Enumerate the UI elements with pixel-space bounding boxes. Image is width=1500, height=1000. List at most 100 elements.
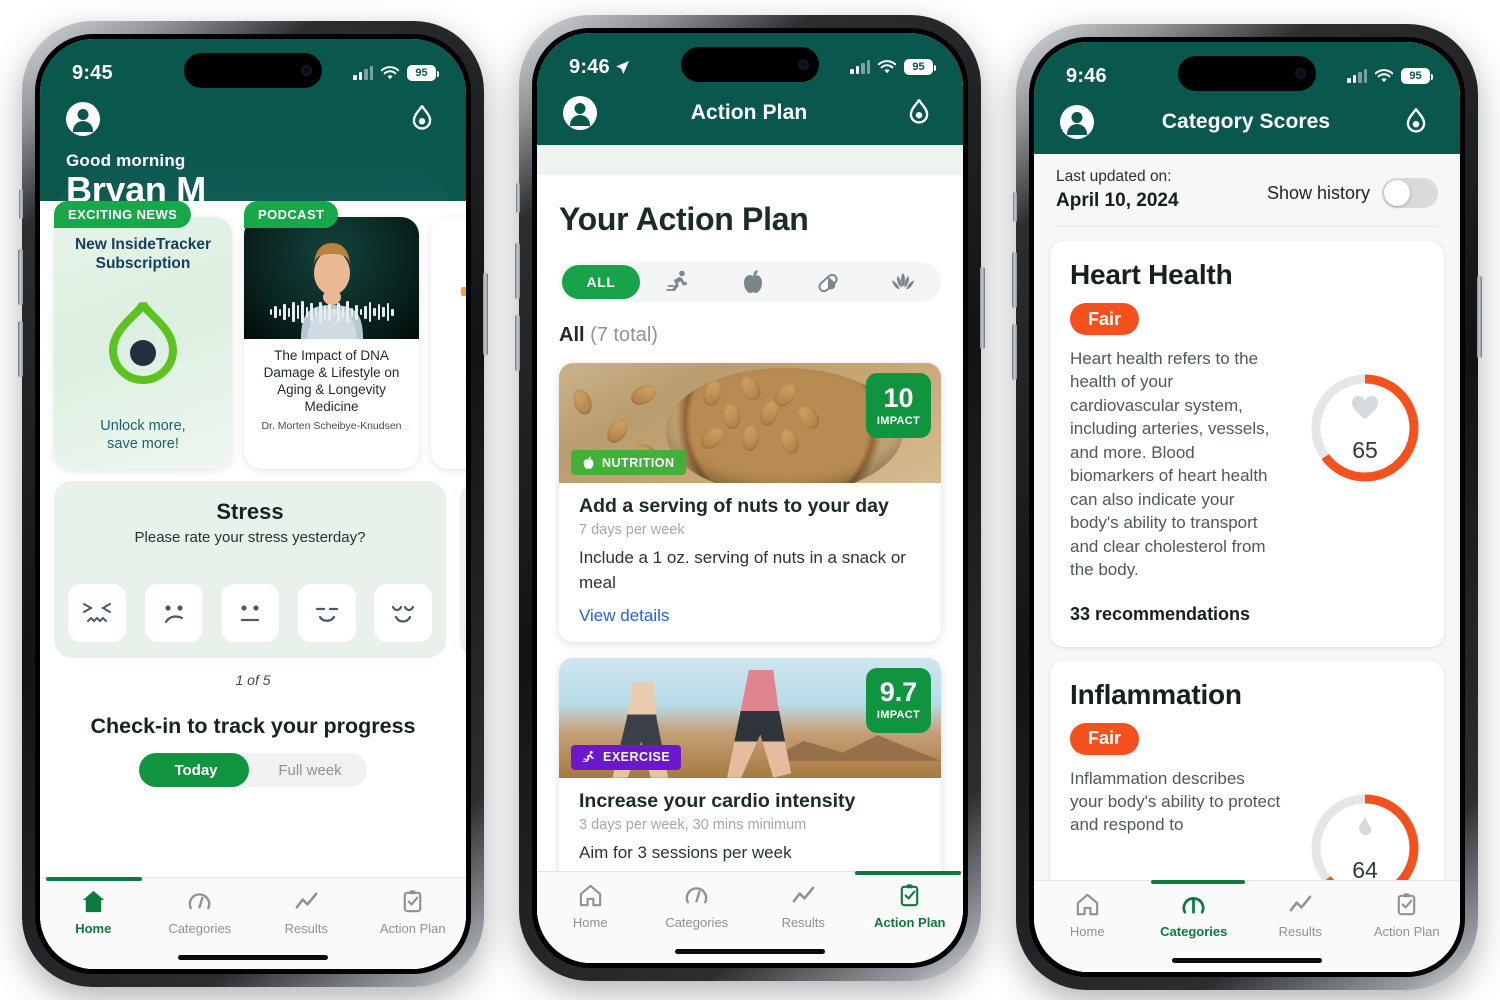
- phone-bezel: 9:46 95 Category Scores Last updated on:…: [1029, 37, 1465, 977]
- apple-icon: [583, 456, 594, 469]
- category-name: Inflammation: [1070, 678, 1242, 710]
- water-drop-logo-icon[interactable]: [1398, 104, 1434, 140]
- tab-categories[interactable]: Categories: [1141, 880, 1248, 939]
- action-plan-nav-row: Action Plan: [537, 87, 963, 145]
- impact-label: IMPACT: [876, 414, 921, 427]
- checkin-title: Check-in to track your progress: [90, 714, 416, 738]
- tab-action-plan[interactable]: Action Plan: [1354, 891, 1461, 939]
- tab-action-plan[interactable]: Action Plan: [360, 888, 467, 936]
- person-circle-icon[interactable]: [1060, 105, 1094, 139]
- filter-wellness[interactable]: [866, 271, 941, 293]
- wifi-icon: [1374, 68, 1394, 82]
- category-card-inflammation[interactable]: Inflammation Fair Inflammation describes…: [1050, 660, 1444, 915]
- filter-exercise[interactable]: [640, 269, 715, 295]
- podcast-author: Dr. Morten Scheibye-Knudsen: [261, 419, 402, 432]
- content-face-icon[interactable]: [297, 584, 356, 642]
- water-drop-logo-icon[interactable]: [901, 95, 937, 131]
- tab-action-plan[interactable]: Action Plan: [855, 871, 964, 930]
- neutral-face-icon[interactable]: [221, 584, 279, 642]
- person-circle-icon[interactable]: [563, 96, 597, 130]
- category-name: Heart Health: [1070, 259, 1233, 290]
- volume-up-button[interactable]: [18, 249, 23, 305]
- mute-switch[interactable]: [1013, 192, 1017, 222]
- card-hero-image: 9.7 IMPACT EXERCISE: [559, 657, 941, 778]
- filter-supplements[interactable]: [791, 269, 866, 295]
- sad-face-icon[interactable]: [144, 584, 203, 642]
- mute-switch[interactable]: [19, 189, 23, 219]
- tab-home[interactable]: Home: [1034, 891, 1141, 939]
- tab-results[interactable]: Results: [750, 882, 857, 930]
- tab-label: Home: [75, 921, 112, 936]
- cellular-signal-icon: [850, 60, 870, 74]
- card-frequency: 7 days per week: [579, 522, 685, 539]
- card-title: Add a serving of nuts to your day: [579, 495, 889, 517]
- status-badge: Fair: [1070, 722, 1140, 755]
- water-drop-logo-icon[interactable]: [404, 101, 440, 137]
- segment-full-week[interactable]: Full week: [253, 762, 367, 779]
- power-button[interactable]: [980, 267, 985, 349]
- tab-categories[interactable]: Categories: [644, 882, 751, 930]
- screen-action-plan: 9:46 95 Action Plan Your Action Plan ALL…: [537, 33, 963, 963]
- mute-switch[interactable]: [516, 183, 520, 213]
- tab-results[interactable]: Results: [253, 888, 360, 936]
- power-button[interactable]: [483, 273, 488, 355]
- promo-card-subscription[interactable]: EXCITING NEWS New InsideTracker Subscrip…: [54, 201, 232, 469]
- stress-face-options[interactable]: [68, 584, 432, 642]
- volume-up-button[interactable]: [515, 243, 520, 299]
- filter-all[interactable]: ALL: [562, 265, 640, 299]
- front-camera-icon: [301, 65, 312, 76]
- tab-bar: Home Categories Results Action Plan: [1034, 880, 1460, 972]
- happy-face-icon[interactable]: [374, 584, 432, 642]
- running-icon: [665, 270, 687, 292]
- promo-card-podcast[interactable]: PODCAST The Impact of DNA Damage & Lifes…: [244, 201, 419, 469]
- filter-nutrition[interactable]: [715, 269, 790, 295]
- tab-label: Action Plan: [379, 921, 446, 936]
- power-button[interactable]: [1477, 276, 1482, 358]
- stress-card-next[interactable]: [460, 481, 466, 658]
- action-plan-header: 9:46 95 Action Plan: [537, 33, 963, 145]
- tab-home[interactable]: Home: [40, 877, 147, 936]
- segment-today[interactable]: Today: [139, 762, 253, 779]
- front-camera-icon: [1295, 68, 1306, 79]
- tab-results[interactable]: Results: [1247, 891, 1354, 939]
- cellular-signal-icon: [1347, 69, 1367, 83]
- battery-level: 95: [912, 60, 925, 73]
- battery-level: 95: [415, 66, 428, 79]
- tab-home[interactable]: Home: [537, 882, 644, 930]
- checkin-segmented-control[interactable]: Today Full week: [139, 753, 367, 787]
- stress-carousel[interactable]: Stress Please rate your stress yesterday…: [40, 469, 466, 658]
- trend-line-icon: [1289, 895, 1312, 912]
- tab-label: Results: [1278, 924, 1322, 939]
- dynamic-island: [184, 53, 322, 88]
- promo-card-truage[interactable]: Tr It's n chec: [431, 201, 466, 469]
- card-body: Add a serving of nuts to your day 7 days…: [559, 483, 941, 642]
- gauge-icon: [188, 893, 211, 910]
- category-label: NUTRITION: [602, 455, 675, 470]
- wifi-icon: [877, 59, 897, 73]
- category-card-heart-health[interactable]: Heart Health Fair Heart health refers to…: [1050, 241, 1444, 647]
- tab-label: Categories: [665, 915, 729, 930]
- apple-icon: [743, 270, 762, 293]
- very-stressed-face-icon[interactable]: [68, 584, 126, 642]
- action-card-nutrition[interactable]: 10 IMPACT NUTRITION Add a serving of nut…: [559, 363, 941, 642]
- person-circle-icon[interactable]: [66, 102, 100, 136]
- tab-categories[interactable]: Categories: [147, 888, 254, 936]
- status-time: 9:46: [569, 56, 630, 79]
- category-chip: EXERCISE: [571, 744, 682, 770]
- impact-value: 9.7: [879, 677, 918, 708]
- show-history-toggle[interactable]: [1382, 178, 1438, 208]
- phone-category-scores: 9:46 95 Category Scores Last updated on:…: [1012, 24, 1482, 990]
- tab-bar: Home Categories Results Action Plan: [537, 871, 963, 963]
- volume-down-button[interactable]: [515, 315, 520, 371]
- tab-label: Categories: [1160, 924, 1228, 939]
- home-icon: [82, 890, 104, 913]
- show-history-control[interactable]: Show history: [1267, 178, 1438, 208]
- volume-down-button[interactable]: [18, 321, 23, 377]
- volume-down-button[interactable]: [1012, 324, 1017, 380]
- view-details-link[interactable]: View details: [579, 606, 669, 626]
- home-icon: [1076, 893, 1098, 916]
- promo-carousel[interactable]: EXCITING NEWS New InsideTracker Subscrip…: [40, 201, 466, 469]
- volume-up-button[interactable]: [1012, 252, 1017, 308]
- category-filter-bar[interactable]: ALL: [559, 262, 941, 302]
- greeting-small: Good morning: [66, 151, 186, 170]
